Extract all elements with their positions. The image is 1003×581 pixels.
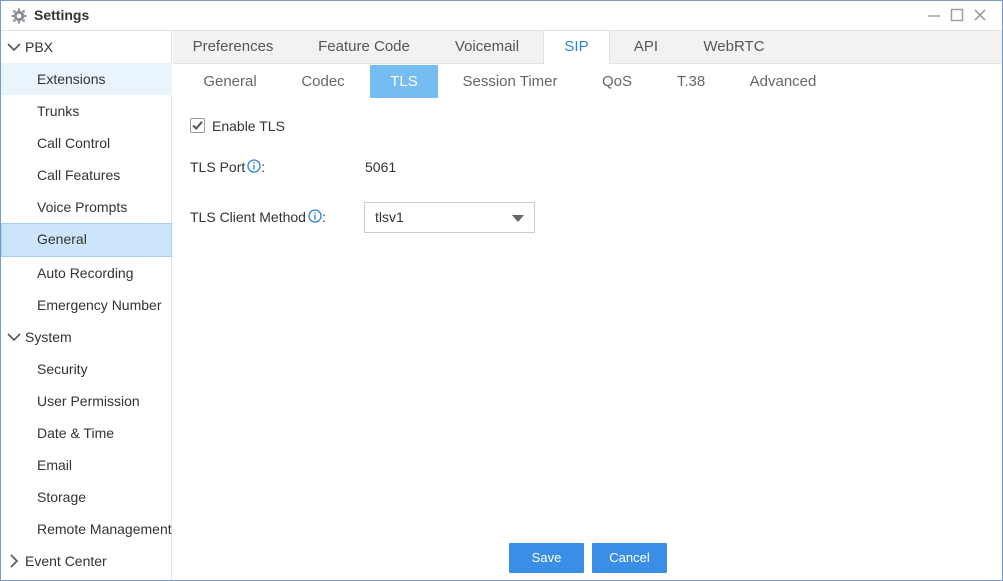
- tab-webrtc[interactable]: WebRTC: [682, 31, 786, 64]
- subtab-t38[interactable]: T.38: [657, 65, 725, 98]
- sidebar-item-call-control[interactable]: Call Control: [1, 127, 172, 159]
- tls-port-colon: :: [261, 159, 266, 175]
- tab-preferences[interactable]: Preferences: [173, 31, 293, 64]
- sidebar-item-label: Auto Recording: [37, 265, 134, 281]
- subtab-codec[interactable]: Codec: [281, 65, 365, 98]
- gear-icon: [11, 8, 27, 24]
- title-bar: Settings: [1, 1, 1002, 31]
- tls-client-method-select[interactable]: tlsv1: [364, 202, 535, 233]
- checkmark-icon: [192, 121, 203, 130]
- tls-port-value: 5061: [365, 159, 397, 175]
- sidebar-group-event-center[interactable]: Event Center: [1, 545, 172, 577]
- sidebar-item-label: Call Control: [37, 135, 111, 151]
- sidebar-item-label: Remote Management: [37, 521, 172, 537]
- sidebar-item-trunks[interactable]: Trunks: [1, 95, 172, 127]
- subtab-advanced[interactable]: Advanced: [729, 65, 837, 98]
- tls-port-label-row: TLS Port:: [190, 159, 265, 175]
- tls-settings-panel: Enable TLS TLS Port: 5061 TLS Client Met…: [173, 98, 1002, 580]
- tab-sip[interactable]: SIP: [543, 31, 610, 65]
- close-icon[interactable]: [971, 6, 989, 24]
- subtab-qos[interactable]: QoS: [581, 65, 653, 98]
- sidebar-item-label: Emergency Number: [37, 297, 162, 313]
- sidebar-group-label: PBX: [25, 39, 54, 55]
- enable-tls-checkbox[interactable]: [190, 118, 205, 133]
- tls-client-method-label: TLS Client Method: [190, 209, 306, 225]
- sidebar-item-date-time[interactable]: Date & Time: [1, 417, 172, 449]
- tls-client-method-label-row: TLS Client Method:: [190, 209, 326, 225]
- window-title: Settings: [34, 7, 90, 23]
- subtab-session-timer[interactable]: Session Timer: [445, 65, 575, 98]
- save-button[interactable]: Save: [509, 543, 584, 573]
- sidebar-item-call-features[interactable]: Call Features: [1, 159, 172, 191]
- caret-down-icon: [512, 215, 524, 222]
- info-icon[interactable]: [247, 159, 261, 173]
- sidebar-item-emergency-number[interactable]: Emergency Number: [1, 289, 172, 321]
- enable-tls-label: Enable TLS: [212, 118, 285, 134]
- sidebar-item-storage[interactable]: Storage: [1, 481, 172, 513]
- tab-feature-code[interactable]: Feature Code: [297, 31, 431, 64]
- sidebar-item-label: Extensions: [37, 71, 106, 87]
- sidebar-group-label: Event Center: [25, 553, 107, 569]
- tls-client-method-colon: :: [321, 209, 326, 225]
- chevron-down-icon: [7, 333, 21, 342]
- top-tab-bar: Preferences Feature Code Voicemail SIP A…: [173, 31, 1002, 65]
- sidebar-group-label: System: [25, 329, 72, 345]
- chevron-right-icon: [10, 554, 19, 568]
- sidebar-nav: PBX Extensions Trunks Call Control Call …: [1, 31, 172, 580]
- sub-tab-bar: General Codec TLS Session Timer QoS T.38…: [173, 64, 1002, 98]
- sidebar-item-label: Email: [37, 457, 73, 473]
- sidebar-item-voice-prompts[interactable]: Voice Prompts: [1, 191, 172, 223]
- tab-voicemail[interactable]: Voicemail: [435, 31, 539, 64]
- sidebar-item-email[interactable]: Email: [1, 449, 172, 481]
- sidebar-item-label: General: [37, 231, 87, 247]
- minimize-icon[interactable]: [925, 6, 943, 24]
- sidebar-item-label: Date & Time: [37, 425, 115, 441]
- sidebar-item-label: Trunks: [37, 103, 80, 119]
- tls-client-method-value: tlsv1: [375, 209, 404, 225]
- sidebar-item-auto-recording[interactable]: Auto Recording: [1, 257, 172, 289]
- tls-port-label: TLS Port: [190, 159, 246, 175]
- sidebar-item-remote-management[interactable]: Remote Management: [1, 513, 172, 545]
- subtab-tls[interactable]: TLS: [370, 65, 438, 98]
- cancel-button[interactable]: Cancel: [592, 543, 667, 573]
- sidebar-item-label: Storage: [37, 489, 87, 505]
- sidebar-group-system[interactable]: System: [1, 321, 172, 353]
- sidebar-item-label: Call Features: [37, 167, 121, 183]
- sidebar-item-user-permission[interactable]: User Permission: [1, 385, 172, 417]
- info-icon[interactable]: [308, 209, 322, 223]
- subtab-general[interactable]: General: [183, 65, 277, 98]
- sidebar-item-label: Security: [37, 361, 88, 377]
- sidebar-item-security[interactable]: Security: [1, 353, 172, 385]
- sidebar-group-pbx[interactable]: PBX: [1, 31, 172, 63]
- sidebar-item-extensions[interactable]: Extensions: [1, 63, 172, 95]
- sidebar-item-general[interactable]: General: [1, 223, 172, 257]
- chevron-down-icon: [7, 43, 21, 52]
- sidebar-item-label: Voice Prompts: [37, 199, 128, 215]
- sidebar-item-label: User Permission: [37, 393, 140, 409]
- settings-window: Settings PBX Extensions Trunks Call Cont…: [0, 0, 1003, 581]
- maximize-icon[interactable]: [948, 6, 966, 24]
- tab-api[interactable]: API: [614, 31, 678, 64]
